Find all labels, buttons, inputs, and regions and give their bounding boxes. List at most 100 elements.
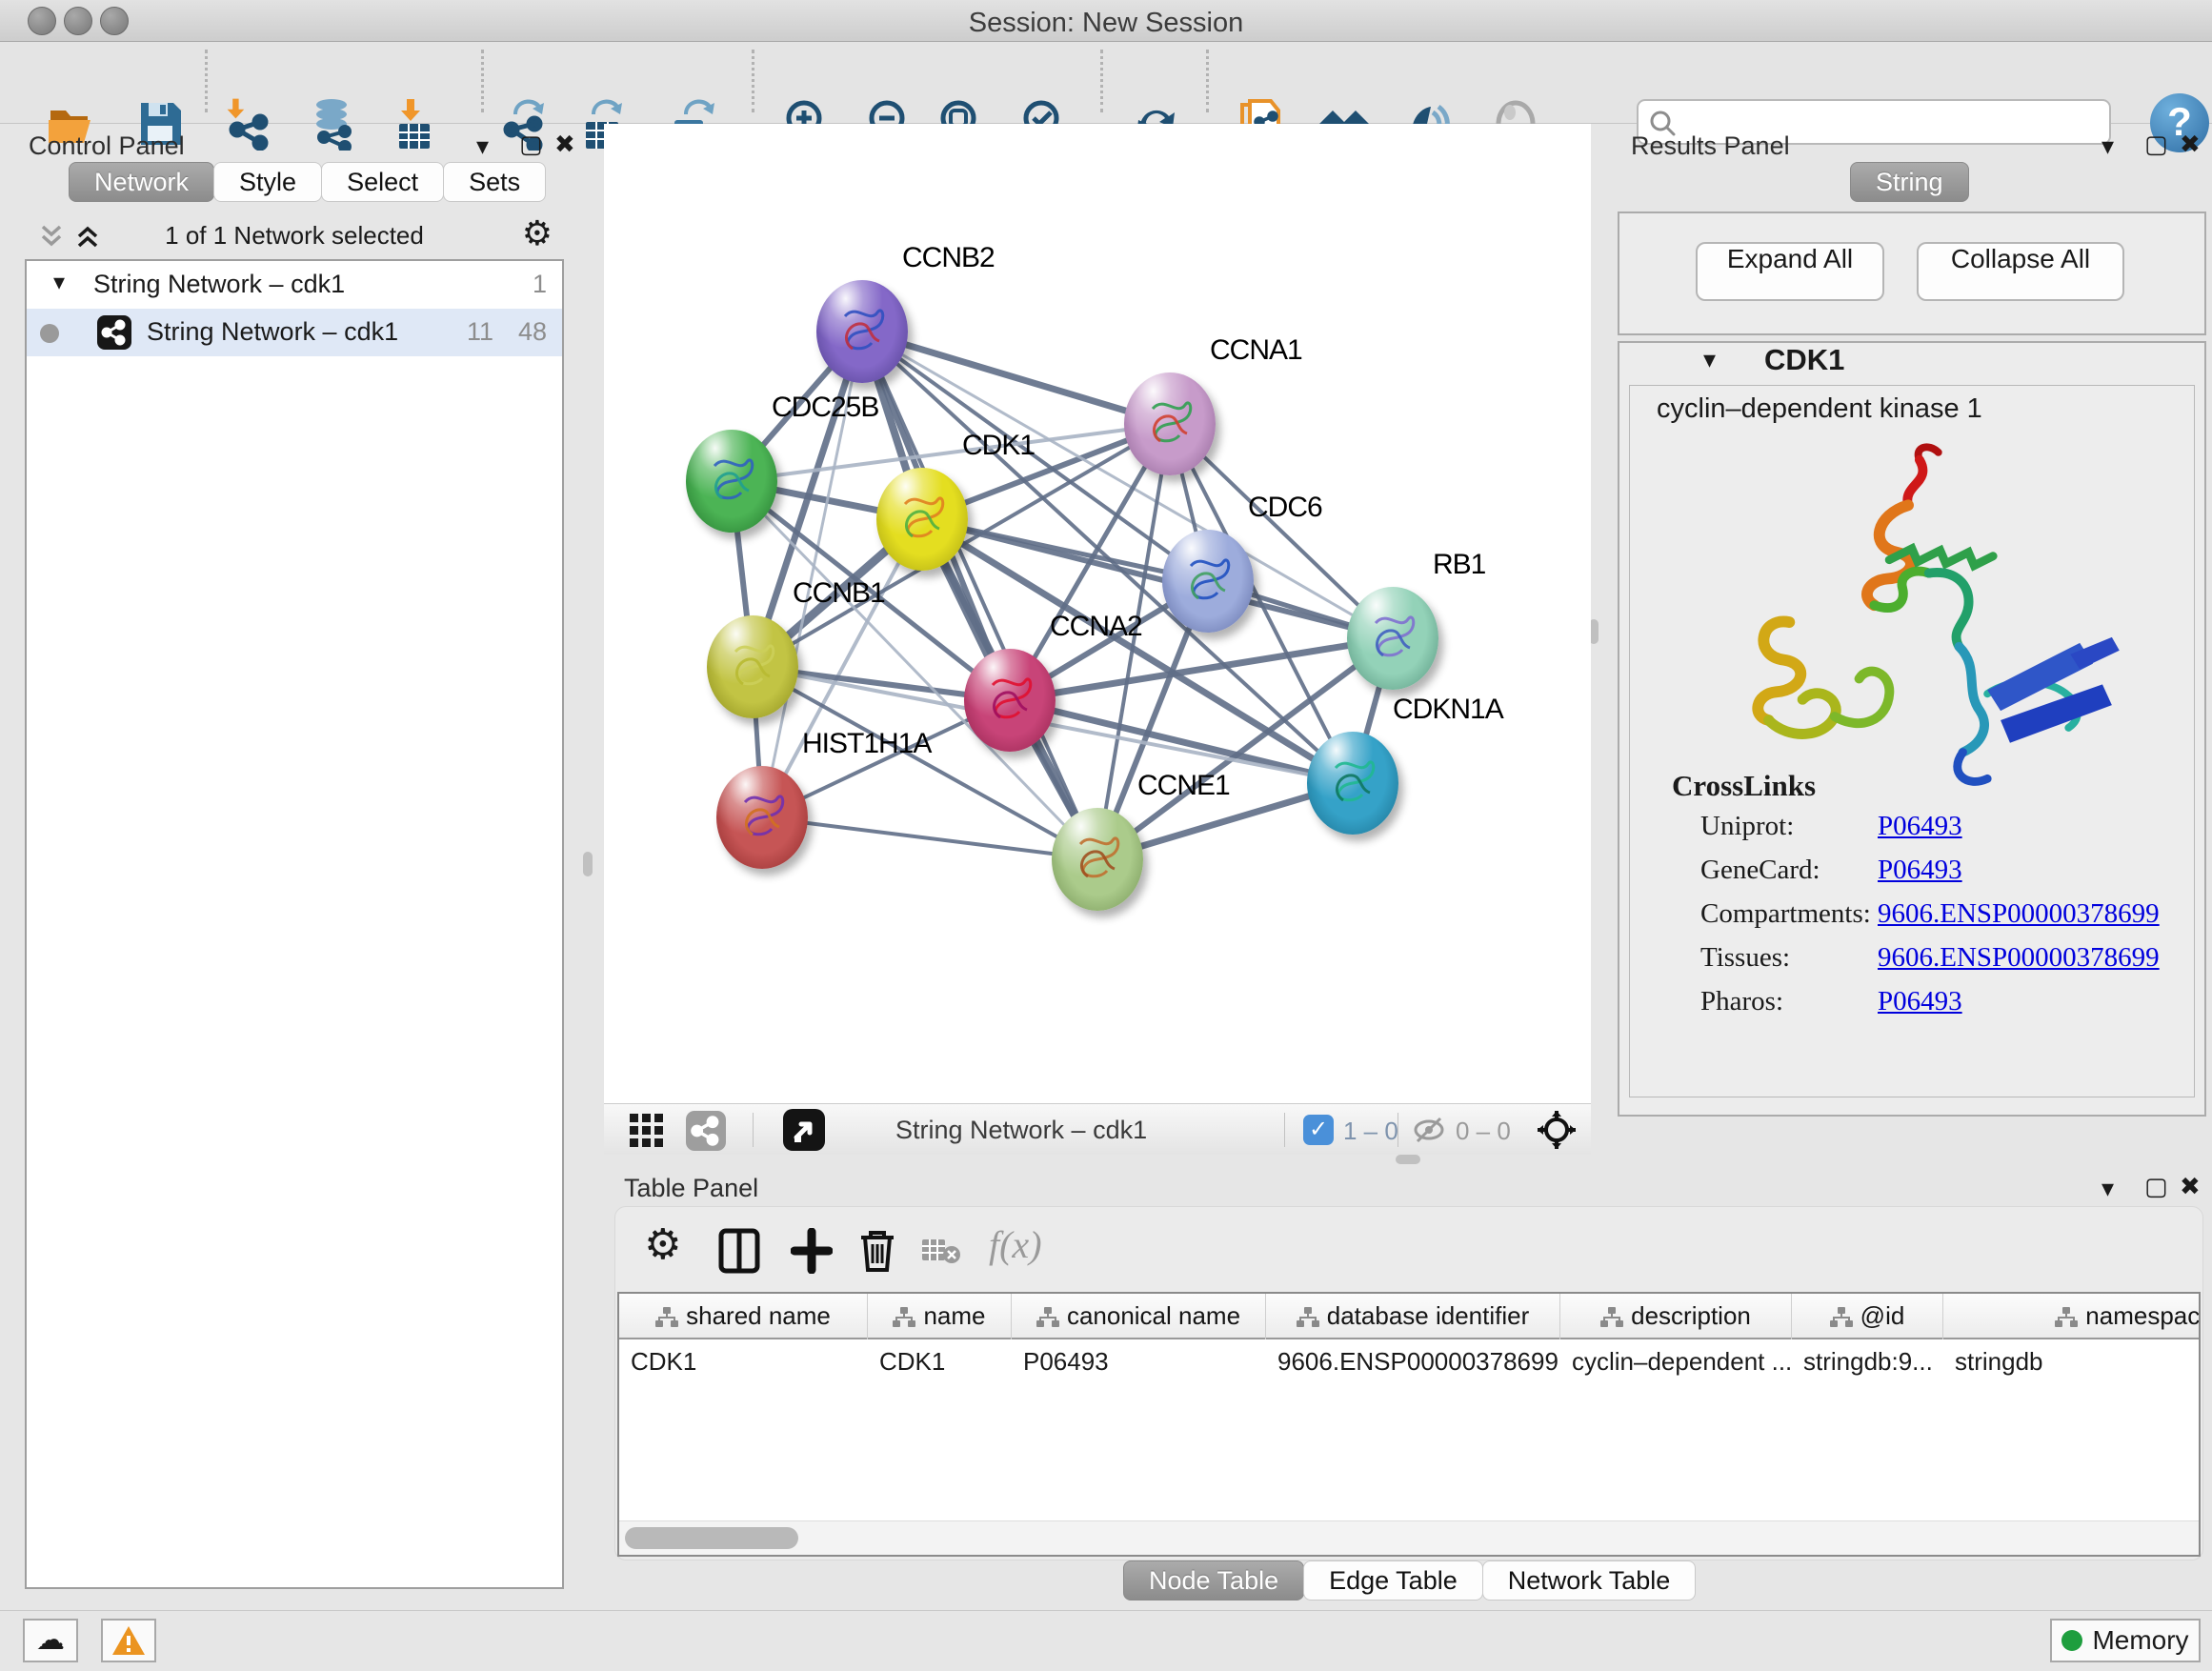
network-type-icon[interactable] (686, 1111, 726, 1151)
crosslink-row: GeneCard:P06493 (1700, 855, 2177, 898)
network-node-ccnb1[interactable] (707, 615, 798, 718)
column-header-label: description (1631, 1301, 1751, 1330)
network-canvas[interactable]: CCNB2CCNA1CDC25BCDK1CDC6RB1CCNB1CCNA2CDK… (604, 124, 1591, 1103)
selected-checkbox-icon[interactable]: ✓ (1303, 1115, 1334, 1145)
network-node-ccne1[interactable] (1052, 808, 1143, 911)
network-node-rb1[interactable] (1347, 587, 1438, 690)
table-panel-title: Table Panel (624, 1174, 758, 1203)
results-panel-close-icon[interactable]: ✖ (2180, 130, 2201, 159)
collapse-all-button[interactable]: Collapse All (1917, 242, 2124, 301)
column-header-canonical-name[interactable]: canonical name (1012, 1294, 1266, 1339)
birds-eye-view-icon[interactable] (783, 1109, 825, 1151)
table-cell[interactable]: CDK1 (619, 1339, 868, 1383)
tab-network[interactable]: Network (69, 162, 214, 202)
table-cell[interactable]: 9606.ENSP00000378699 (1266, 1339, 1560, 1383)
table-cell[interactable]: CDK1 (868, 1339, 1012, 1383)
crosslinks-list: Uniprot:P06493GeneCard:P06493Compartment… (1700, 811, 2177, 1030)
string-network-icon (97, 315, 131, 350)
column-header-shared-name[interactable]: shared name (619, 1294, 868, 1339)
delete-column-icon[interactable] (857, 1228, 897, 1274)
column-header-namespace[interactable]: namespace (1943, 1294, 2201, 1339)
protein-structure-thumb (1052, 808, 1143, 911)
network-collection-row[interactable]: ▾ String Network – cdk1 1 (27, 261, 562, 309)
warnings-button[interactable] (101, 1619, 156, 1662)
crosslink-value-link[interactable]: P06493 (1878, 855, 1962, 886)
network-node-ccna1[interactable] (1124, 372, 1216, 475)
network-row-selected[interactable]: String Network – cdk1 11 48 (27, 309, 562, 356)
edge-count: 48 (518, 317, 547, 347)
table-panel-close-icon[interactable]: ✖ (2180, 1172, 2201, 1201)
control-panel-title: Control Panel (29, 131, 185, 161)
node-label-ccnb2: CCNB2 (902, 242, 995, 274)
table-settings-gear-icon[interactable]: ⚙ (644, 1220, 681, 1269)
expand-all-button[interactable]: Expand All (1696, 242, 1884, 301)
results-panel-float-icon[interactable]: ▢ (2144, 130, 2168, 159)
network-edge[interactable] (762, 817, 1097, 859)
show-grid-icon[interactable] (629, 1113, 665, 1149)
tab-network-table[interactable]: Network Table (1482, 1560, 1697, 1601)
table-cell[interactable]: P06493 (1012, 1339, 1266, 1383)
crosslink-value-link[interactable]: 9606.ENSP00000378699 (1878, 898, 2160, 930)
tab-style[interactable]: Style (213, 162, 322, 202)
tree-collapse-icon[interactable]: ▾ (53, 269, 65, 296)
node-label-ccna1: CCNA1 (1210, 334, 1302, 367)
column-header-label: name (923, 1301, 985, 1330)
crosslink-value-link[interactable]: 9606.ENSP00000378699 (1878, 942, 2160, 974)
import-network-file-icon[interactable] (222, 97, 275, 151)
column-header-label: namespace (2085, 1301, 2201, 1330)
selected-counter: 1 – 0 (1343, 1117, 1398, 1146)
column-header-name[interactable]: name (868, 1294, 1012, 1339)
hscrollbar-thumb[interactable] (625, 1527, 798, 1549)
table-panel-float-icon[interactable]: ▢ (2144, 1172, 2168, 1201)
tab-edge-table[interactable]: Edge Table (1303, 1560, 1483, 1601)
network-node-ccna2[interactable] (964, 649, 1056, 752)
crosslink-value-link[interactable]: P06493 (1878, 811, 1962, 842)
table-cell[interactable]: cyclin–dependent ... (1560, 1339, 1792, 1383)
table-cell[interactable]: stringdb (1943, 1339, 2201, 1383)
network-node-cdc25b[interactable] (686, 430, 777, 533)
protein-structure-thumb (1347, 587, 1438, 690)
import-network-database-icon[interactable] (305, 97, 358, 151)
protein-structure-thumb (707, 615, 798, 718)
network-node-ccnb2[interactable] (816, 280, 908, 383)
table-hscrollbar (619, 1520, 2199, 1555)
column-header-database-identifier[interactable]: database identifier (1266, 1294, 1560, 1339)
results-panel-title: Results Panel (1631, 131, 1790, 161)
network-node-hist1h1a[interactable] (716, 766, 808, 869)
column-header-id[interactable]: @id (1792, 1294, 1943, 1339)
left-splitter-handle[interactable] (583, 852, 593, 876)
application-window: Session: New Session (0, 0, 2212, 1671)
bottom-splitter-handle[interactable] (1396, 1155, 1420, 1164)
tab-string[interactable]: String (1850, 162, 1969, 202)
crosslink-label: Uniprot: (1700, 811, 1794, 841)
cloud-button[interactable]: ☁ (23, 1619, 78, 1662)
node-count: 11 (467, 317, 493, 347)
table-cell[interactable]: stringdb:9... (1792, 1339, 1943, 1383)
table-panel-menu-icon[interactable]: ▾ (2101, 1174, 2114, 1203)
toolbar-divider (753, 1113, 754, 1147)
crosslink-value-link[interactable]: P06493 (1878, 986, 1962, 1017)
add-column-icon[interactable] (791, 1228, 833, 1274)
tab-sets[interactable]: Sets (443, 162, 546, 202)
tab-select[interactable]: Select (321, 162, 444, 202)
control-panel-float-icon[interactable]: ▢ (519, 130, 543, 159)
network-node-cdkn1a[interactable] (1307, 732, 1398, 835)
memory-button[interactable]: Memory (2050, 1619, 2201, 1662)
hidden-eye-icon[interactable] (1412, 1115, 1446, 1145)
network-edge[interactable] (862, 332, 1097, 859)
section-collapse-icon[interactable]: ▾ (1703, 345, 1716, 374)
network-node-cdc6[interactable] (1162, 530, 1254, 633)
results-panel-menu-icon[interactable]: ▾ (2101, 131, 2114, 161)
table-row[interactable]: CDK1CDK1P064939606.ENSP00000378699cyclin… (619, 1339, 2201, 1383)
network-options-gear-icon[interactable]: ⚙ (522, 213, 553, 253)
column-header-label: @id (1860, 1301, 1905, 1330)
control-panel-close-icon[interactable]: ✖ (554, 130, 575, 159)
tab-node-table[interactable]: Node Table (1123, 1560, 1304, 1601)
fit-selected-icon[interactable] (1536, 1109, 1578, 1151)
import-table-icon[interactable] (388, 97, 441, 151)
control-panel-menu-icon[interactable]: ▾ (476, 131, 489, 161)
network-node-cdk1[interactable] (876, 468, 968, 571)
show-columns-icon[interactable] (718, 1228, 760, 1274)
toolbar-divider (1284, 1113, 1285, 1147)
column-header-description[interactable]: description (1560, 1294, 1792, 1339)
